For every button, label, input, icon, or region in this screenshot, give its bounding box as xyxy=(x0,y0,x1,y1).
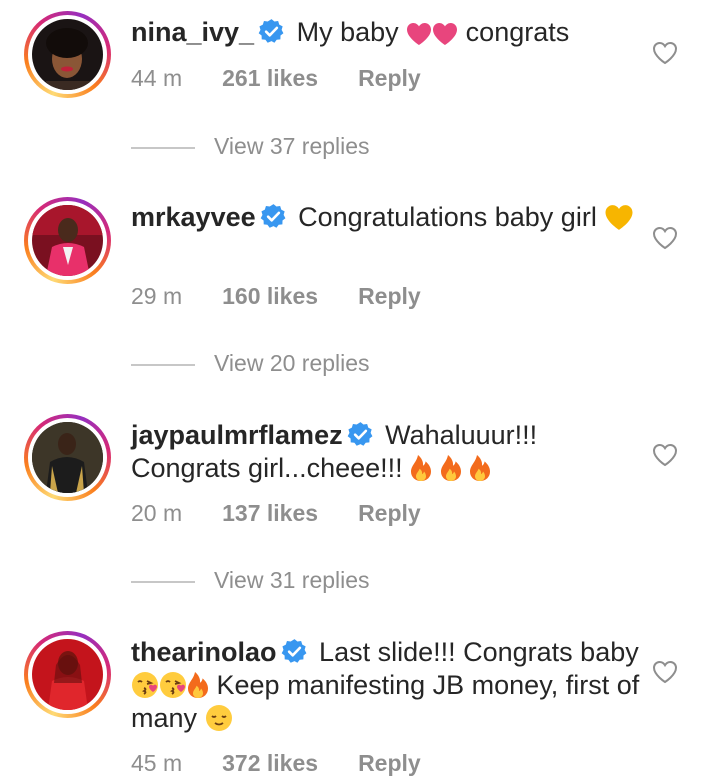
username[interactable]: thearinolao xyxy=(131,637,277,667)
comment-body: thearinolao Last slide!!! Congrats baby … xyxy=(131,636,641,735)
reply-button[interactable]: Reply xyxy=(358,65,421,92)
comment-meta: 20 m 137 likes Reply xyxy=(131,500,421,527)
avatar[interactable] xyxy=(24,414,111,501)
comment-time: 45 m xyxy=(131,750,183,776)
view-replies-label[interactable]: View 37 replies xyxy=(214,133,370,159)
likes-count[interactable]: 137 likes xyxy=(222,500,318,527)
reply-button[interactable]: Reply xyxy=(358,283,421,310)
fire-emoji xyxy=(410,454,432,482)
likes-count[interactable]: 372 likes xyxy=(222,750,318,777)
like-heart-icon[interactable] xyxy=(652,41,678,65)
comment-meta: 44 m 261 likes Reply xyxy=(131,65,421,92)
comment-meta: 29 m 160 likes Reply xyxy=(131,283,421,310)
reply-button[interactable]: Reply xyxy=(358,500,421,527)
kissing-face-emoji xyxy=(131,671,159,699)
comment-time: 20 m xyxy=(131,500,183,526)
verified-badge-icon xyxy=(260,203,287,230)
like-heart-icon[interactable] xyxy=(652,443,678,467)
comment-text: Last slide!!! Congrats baby xyxy=(319,637,639,667)
comment-body: mrkayvee Congratulations baby girl xyxy=(131,201,641,234)
avatar[interactable] xyxy=(24,197,111,284)
yellow-heart-emoji xyxy=(604,204,634,231)
comment-text: congrats xyxy=(465,17,570,47)
like-heart-icon[interactable] xyxy=(652,226,678,250)
comment-time: 44 m xyxy=(131,65,183,91)
view-replies-button[interactable]: View 20 replies xyxy=(131,350,370,380)
comment-text: Wahaluuur!!! xyxy=(385,420,538,450)
view-replies-button[interactable]: View 31 replies xyxy=(131,567,370,597)
view-replies-button[interactable]: View 37 replies xyxy=(131,133,370,163)
comment-meta: 45 m 372 likes Reply xyxy=(131,750,421,777)
likes-count[interactable]: 160 likes xyxy=(222,283,318,310)
verified-badge-icon xyxy=(258,18,285,45)
relieved-face-emoji xyxy=(205,704,233,732)
comment-time: 29 m xyxy=(131,283,183,309)
view-replies-label[interactable]: View 31 replies xyxy=(214,567,370,593)
username[interactable]: jaypaulmrflamez xyxy=(131,420,343,450)
username[interactable]: nina_ivy_ xyxy=(131,17,254,47)
fire-emoji xyxy=(187,671,209,699)
comment-text: My baby xyxy=(296,17,399,47)
replies-divider xyxy=(131,580,195,583)
comments-list: nina_ivy_ My baby congrats 44 m 261 likes… xyxy=(0,0,720,779)
comment-body: jaypaulmrflamez Wahaluuur!!! Congrats gi… xyxy=(131,419,641,485)
replies-divider xyxy=(131,363,195,366)
verified-badge-icon xyxy=(281,638,308,665)
fire-emoji xyxy=(440,454,462,482)
replies-divider xyxy=(131,146,195,149)
likes-count[interactable]: 261 likes xyxy=(222,65,318,92)
like-heart-icon[interactable] xyxy=(652,660,678,684)
fire-emoji xyxy=(469,454,491,482)
pink-heart-emoji xyxy=(406,22,432,46)
comment-body: nina_ivy_ My baby congrats xyxy=(131,16,641,49)
username[interactable]: mrkayvee xyxy=(131,202,256,232)
comment-text: Congrats girl...cheee!!! xyxy=(131,453,403,483)
kissing-face-emoji xyxy=(159,671,187,699)
view-replies-label[interactable]: View 20 replies xyxy=(214,350,370,376)
avatar[interactable] xyxy=(24,11,111,98)
pink-heart-emoji xyxy=(432,22,458,46)
reply-button[interactable]: Reply xyxy=(358,750,421,777)
comment-text: Congratulations baby girl xyxy=(298,202,597,232)
avatar[interactable] xyxy=(24,631,111,718)
verified-badge-icon xyxy=(347,421,374,448)
